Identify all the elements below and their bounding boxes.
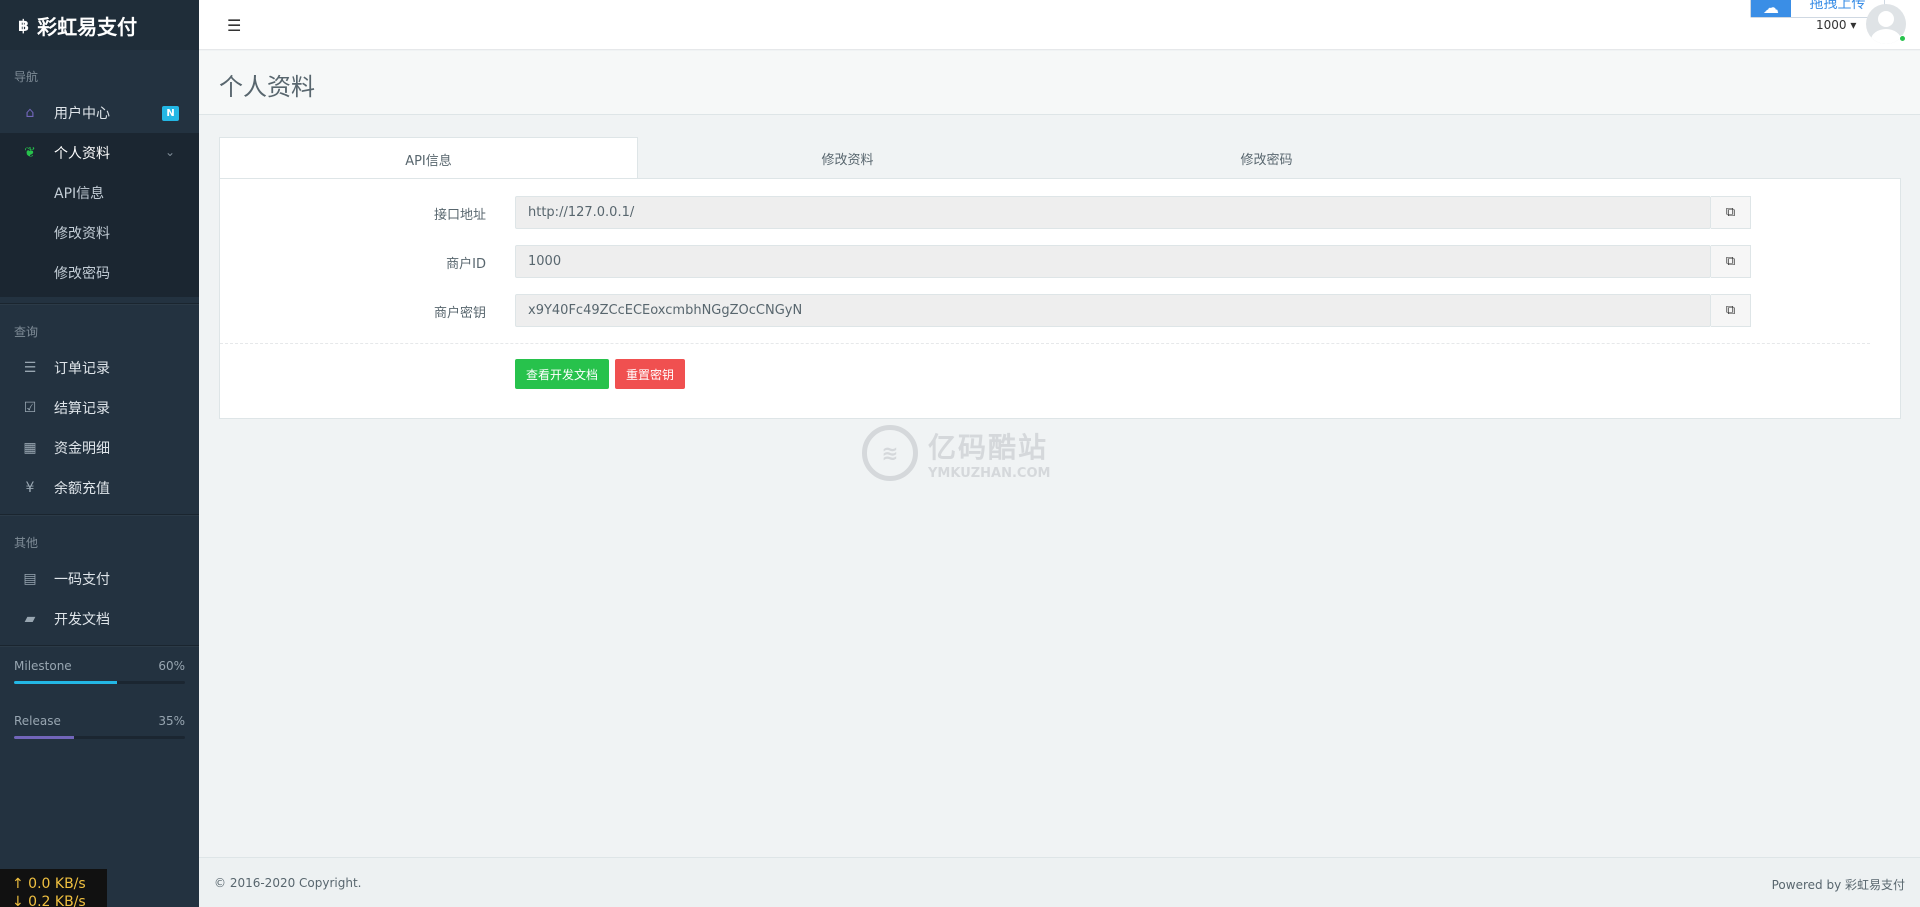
sidebar-item-label: 开发文档 bbox=[54, 612, 110, 628]
footer: © 2016-2020 Copyright. Powered by 彩虹易支付 bbox=[199, 857, 1920, 907]
qrcode-icon: ▤ bbox=[23, 571, 37, 587]
sidebar-item-label: 一码支付 bbox=[54, 572, 110, 588]
watermark-logo-icon: ≋ bbox=[862, 425, 918, 481]
sidebar-item-user-center[interactable]: ⌂ 用户中心 N bbox=[0, 93, 199, 133]
sidebar-item-label: 订单记录 bbox=[54, 361, 110, 377]
submenu-item-change-password[interactable]: 修改密码 bbox=[0, 253, 199, 293]
tab-bar: API信息 修改资料 修改密码 bbox=[219, 137, 1901, 180]
home-icon: ⌂ bbox=[25, 105, 35, 121]
sidebar-item-funds[interactable]: ▦ 资金明细 bbox=[0, 428, 199, 468]
api-info-panel: 接口地址 http://127.0.0.1/ ⧉ 商户ID 1000 ⧉ 商户密… bbox=[219, 178, 1901, 419]
watermark-cn: 亿码酷站 bbox=[928, 430, 1049, 464]
copy-icon[interactable]: ⧉ bbox=[1711, 245, 1751, 278]
network-speed-widget: ↑ 0.0 KB/s ↓ 0.2 KB/s bbox=[0, 869, 107, 907]
merchant-key-field[interactable]: x9Y40Fc49ZCcECEoxcmbhNGgZOcCNGyN bbox=[515, 294, 1711, 327]
sidebar-item-one-code-pay[interactable]: ▤ 一码支付 bbox=[0, 559, 199, 599]
sidebar-item-label: 个人资料 bbox=[54, 146, 110, 162]
sidebar-item-recharge[interactable]: ¥ 余额充值 bbox=[0, 468, 199, 508]
sidebar-item-label: 用户中心 bbox=[54, 106, 110, 122]
leaf-icon: ❦ bbox=[24, 145, 36, 161]
brand-name: 彩虹易支付 bbox=[37, 14, 138, 39]
top-header: ☰ ☁ 拖拽上传 1000 ▾ bbox=[199, 0, 1920, 50]
copy-icon[interactable]: ⧉ bbox=[1711, 294, 1751, 327]
check-square-icon: ☑ bbox=[23, 400, 37, 416]
progress-bar-fill bbox=[14, 736, 74, 739]
drag-upload-button[interactable]: ☁ 拖拽上传 bbox=[1750, 0, 1885, 18]
submenu-item-edit-profile[interactable]: 修改资料 bbox=[0, 213, 199, 253]
nav-group-label: 导航 bbox=[14, 70, 39, 84]
calendar-icon: ▦ bbox=[23, 440, 37, 456]
progress-block: Milestone 60% Release 35% bbox=[0, 647, 199, 739]
progress-label: Release bbox=[14, 714, 61, 728]
submenu-item-api-info[interactable]: API信息 bbox=[0, 173, 199, 213]
api-url-field[interactable]: http://127.0.0.1/ bbox=[515, 196, 1711, 229]
progress-row: Milestone 60% bbox=[14, 659, 185, 673]
nav-group-label: 其他 bbox=[14, 536, 39, 550]
download-speed: ↓ 0.2 KB/s bbox=[12, 894, 86, 907]
brand[interactable]: ฿ 彩虹易支付 bbox=[0, 0, 199, 50]
user-menu-dropdown[interactable]: 1000 ▾ bbox=[1816, 18, 1856, 32]
page-header: 个人资料 bbox=[199, 51, 1920, 115]
new-badge: N bbox=[162, 106, 179, 121]
cloud-upload-icon: ☁ bbox=[1751, 0, 1791, 17]
list-icon: ☰ bbox=[23, 360, 37, 376]
field-label: 接口地址 bbox=[433, 208, 486, 223]
sidebar-item-label: 结算记录 bbox=[54, 401, 110, 417]
progress-row: Release 35% bbox=[14, 714, 185, 728]
sidebar-item-dev-docs[interactable]: ▰ 开发文档 bbox=[0, 599, 199, 639]
progress-label: Milestone bbox=[14, 659, 72, 673]
form-row-merchant-id: 商户ID 1000 ⧉ bbox=[220, 245, 1902, 278]
copyright-text: © 2016-2020 Copyright. bbox=[214, 876, 362, 890]
progress-bar-fill bbox=[14, 681, 117, 684]
progress-value: 35% bbox=[158, 714, 185, 728]
online-status-dot bbox=[1899, 35, 1906, 42]
book-icon: ▰ bbox=[24, 611, 36, 627]
sidebar: ฿ 彩虹易支付 导航 ⌂ 用户中心 N ❦ 个人资料 ⌄ API信息 修改资料 … bbox=[0, 0, 199, 907]
divider bbox=[220, 343, 1870, 344]
field-label: 商户ID bbox=[446, 257, 486, 272]
progress-value: 60% bbox=[158, 659, 185, 673]
merchant-id-field[interactable]: 1000 bbox=[515, 245, 1711, 278]
nav-group-label: 查询 bbox=[14, 325, 39, 339]
view-docs-button[interactable]: 查看开发文档 bbox=[515, 359, 610, 389]
progress-bar bbox=[14, 736, 185, 739]
progress-bar bbox=[14, 681, 185, 684]
chevron-down-icon: ⌄ bbox=[164, 145, 175, 159]
sidebar-item-label: 余额充值 bbox=[54, 481, 110, 497]
powered-by-text: Powered by 彩虹易支付 bbox=[1771, 878, 1905, 892]
tab-api-info[interactable]: API信息 bbox=[219, 137, 638, 180]
form-row-merchant-key: 商户密钥 x9Y40Fc49ZCcECEoxcmbhNGgZOcCNGyN ⧉ bbox=[220, 294, 1902, 327]
watermark-text: 亿码酷站 YMKUZHAN.COM bbox=[928, 426, 1050, 481]
profile-submenu: API信息 修改资料 修改密码 bbox=[0, 173, 199, 297]
page-title: 个人资料 bbox=[219, 73, 315, 101]
sidebar-item-label: 资金明细 bbox=[54, 441, 110, 457]
bitcoin-logo-icon: ฿ bbox=[18, 15, 30, 35]
sidebar-item-profile[interactable]: ❦ 个人资料 ⌄ bbox=[0, 133, 199, 173]
menu-toggle-icon[interactable]: ☰ bbox=[227, 16, 241, 35]
field-label: 商户密钥 bbox=[433, 306, 486, 321]
tab-change-password[interactable]: 修改密码 bbox=[1057, 137, 1476, 179]
upload-speed: ↑ 0.0 KB/s bbox=[12, 876, 86, 892]
watermark: ≋ 亿码酷站 YMKUZHAN.COM bbox=[862, 425, 1050, 481]
tab-edit-profile[interactable]: 修改资料 bbox=[638, 137, 1057, 179]
copy-icon[interactable]: ⧉ bbox=[1711, 196, 1751, 229]
form-row-api-url: 接口地址 http://127.0.0.1/ ⧉ bbox=[220, 196, 1902, 229]
sidebar-item-orders[interactable]: ☰ 订单记录 bbox=[0, 348, 199, 388]
reset-key-button[interactable]: 重置密钥 bbox=[615, 359, 686, 389]
yen-icon: ¥ bbox=[25, 480, 35, 496]
watermark-en: YMKUZHAN.COM bbox=[928, 465, 1051, 481]
sidebar-item-settlements[interactable]: ☑ 结算记录 bbox=[0, 388, 199, 428]
